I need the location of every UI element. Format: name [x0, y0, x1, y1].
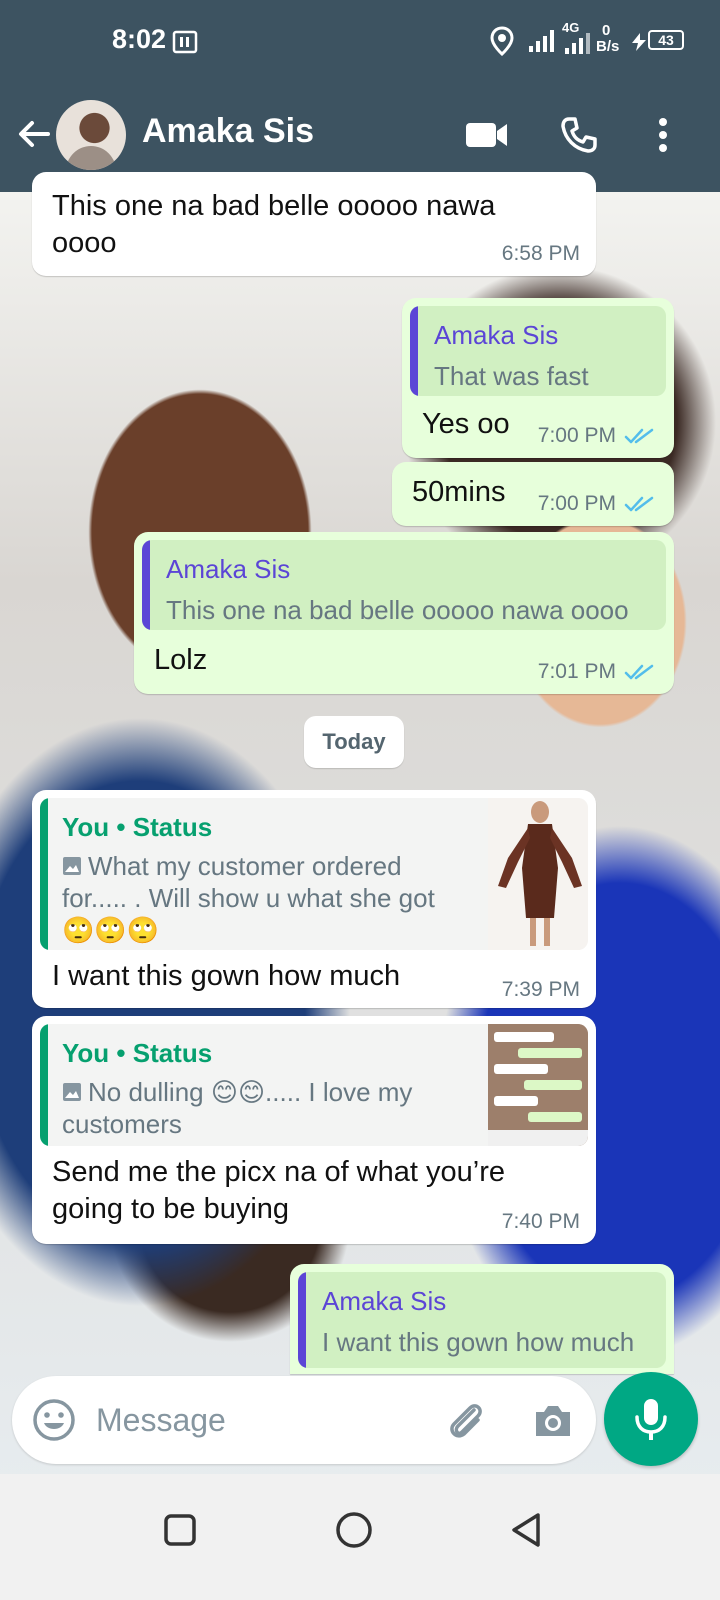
quoted-message[interactable]: Amaka Sis This one na bad belle ooooo na… [142, 540, 666, 630]
status-bar: 8:02 4G 0 B/s 43 [0, 20, 720, 60]
battery-level: 43 [658, 32, 674, 48]
read-ticks-icon [624, 496, 654, 512]
message-time: 7:40 PM [501, 1210, 580, 1233]
status-thumbnail [488, 1024, 588, 1146]
quoted-text: I want this gown how much [322, 1327, 635, 1357]
quoted-message[interactable]: Amaka Sis I want this gown how much [298, 1272, 666, 1368]
message-time: 6:58 PM [501, 242, 580, 265]
contact-avatar[interactable] [56, 100, 126, 170]
attach-button[interactable] [444, 1398, 490, 1444]
app-bar: 8:02 4G 0 B/s 43 Amaka Sis [0, 0, 720, 192]
message-text: I want this gown how much [52, 960, 401, 992]
status-thumbnail [488, 798, 588, 950]
image-icon [63, 857, 81, 875]
message-time: 7:00 PM [537, 424, 616, 447]
message-bubble-incoming[interactable]: You • Status What my customer ordered fo… [32, 790, 596, 1008]
quoted-sender: You • Status [62, 1038, 213, 1068]
signal-icon [529, 30, 554, 52]
back-button[interactable] [14, 114, 54, 154]
camera-button[interactable] [530, 1398, 576, 1444]
status-time: 8:02 [112, 24, 167, 54]
system-navigation-bar [0, 1474, 720, 1600]
mic-icon [635, 1399, 667, 1440]
message-text: oooo [52, 227, 117, 259]
message-bubble-incoming[interactable]: This one na bad belle ooooo nawa oooo 6:… [32, 172, 596, 276]
phone-icon [561, 117, 597, 153]
emoji-icon [33, 1399, 75, 1441]
more-options-button[interactable] [640, 112, 686, 158]
quoted-sender: You • Status [62, 812, 213, 842]
message-bubble-outgoing[interactable]: 50mins 7:00 PM [392, 462, 674, 526]
net-speed-unit: B/s [596, 38, 620, 55]
message-text: Send me the picx na of what you’re [52, 1156, 505, 1188]
net-speed-value: 0 [602, 22, 611, 39]
location-icon [490, 26, 514, 56]
message-text: This one na bad belle ooooo nawa [52, 190, 496, 222]
message-bubble-outgoing[interactable]: Amaka Sis That was fast Yes oo 7:00 PM [402, 298, 674, 458]
message-text: going to be buying [52, 1193, 290, 1225]
camera-icon [536, 1406, 570, 1436]
message-text: Lolz [154, 644, 208, 676]
back-nav-button[interactable] [496, 1500, 556, 1560]
video-call-icon [466, 123, 507, 147]
quoted-text: That was fast [434, 361, 589, 391]
quoted-text: No dulling 😊😊..... I love my [88, 1077, 413, 1107]
quoted-text: What my customer ordered [88, 851, 402, 881]
home-button[interactable] [324, 1500, 384, 1560]
recent-apps-button[interactable] [150, 1500, 210, 1560]
date-divider: Today [304, 716, 404, 768]
quoted-text: for..... . Will show u what she got [62, 883, 435, 913]
image-icon [63, 1083, 81, 1101]
message-time: 7:39 PM [501, 978, 580, 1001]
charging-icon [632, 33, 646, 51]
message-text: Yes oo [422, 408, 510, 440]
read-ticks-icon [624, 428, 654, 444]
back-triangle-icon [512, 1513, 540, 1547]
battery-icon: 43 [648, 30, 684, 50]
quoted-text: 🙄🙄🙄 [62, 915, 160, 945]
quoted-status[interactable]: You • Status No dulling 😊😊..... I love m… [40, 1024, 588, 1146]
home-icon [336, 1512, 372, 1548]
app-notification-icon [172, 30, 198, 54]
message-bubble-incoming[interactable]: You • Status No dulling 😊😊..... I love m… [32, 1016, 596, 1244]
signal-2-icon [565, 33, 590, 54]
quoted-sender: Amaka Sis [322, 1286, 447, 1316]
more-vert-icon [659, 118, 667, 152]
chat-title-bar: Amaka Sis [0, 100, 720, 170]
quoted-message[interactable]: Amaka Sis That was fast [410, 306, 666, 396]
quoted-status[interactable]: You • Status What my customer ordered fo… [40, 798, 588, 950]
contact-name[interactable]: Amaka Sis [142, 112, 314, 151]
message-bubble-outgoing[interactable]: Amaka Sis I want this gown how much [290, 1264, 674, 1374]
recent-apps-icon [164, 1514, 196, 1546]
video-call-button[interactable] [464, 112, 510, 158]
message-text: 50mins [412, 476, 506, 508]
read-ticks-icon [624, 664, 654, 680]
voice-message-button[interactable] [604, 1372, 698, 1466]
voice-call-button[interactable] [556, 112, 602, 158]
message-bubble-outgoing[interactable]: Amaka Sis This one na bad belle ooooo na… [134, 532, 674, 694]
message-time: 7:00 PM [537, 492, 616, 515]
quoted-text: customers [62, 1109, 182, 1139]
attach-icon [450, 1404, 482, 1438]
back-arrow-icon [19, 121, 50, 147]
quoted-sender: Amaka Sis [166, 554, 291, 584]
message-time: 7:01 PM [537, 660, 616, 683]
message-input[interactable] [96, 1396, 436, 1444]
quoted-text: This one na bad belle ooooo nawa oooo [166, 595, 629, 625]
message-composer [12, 1376, 596, 1464]
quoted-sender: Amaka Sis [434, 320, 559, 350]
emoji-button[interactable] [30, 1396, 78, 1444]
